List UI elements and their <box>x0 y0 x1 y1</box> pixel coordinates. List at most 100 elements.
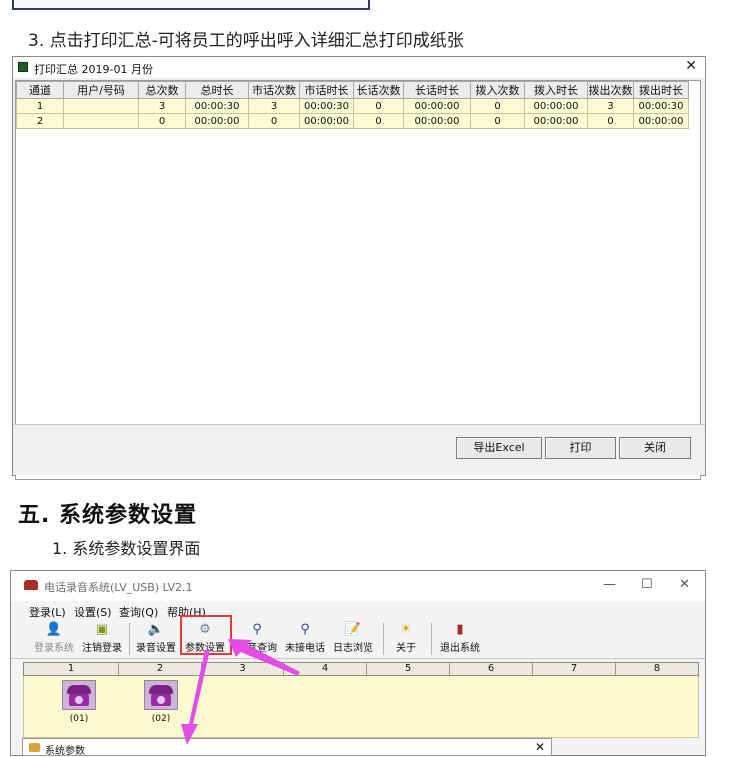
channel-header-cell: 3 <box>202 663 284 675</box>
column-header[interactable]: 总次数 <box>138 81 186 99</box>
about-button[interactable]: ☀ 关于 <box>389 621 423 657</box>
close-icon[interactable]: ✕ <box>679 577 690 592</box>
exit-system-button[interactable]: ▮ 退出系统 <box>435 621 485 657</box>
column-header[interactable]: 拨出时长 <box>633 81 689 99</box>
channel-header: 1 2 3 4 5 6 7 8 <box>23 662 699 676</box>
column-header[interactable]: 用户/号码 <box>63 81 139 99</box>
telephone-icon[interactable] <box>62 680 96 710</box>
channel-header-cell: 4 <box>284 663 367 675</box>
log-icon: 📝 <box>344 622 362 637</box>
telephone-icon <box>24 580 38 590</box>
exit-icon: ▮ <box>456 622 464 637</box>
toolbar-separator <box>383 623 384 655</box>
export-excel-button[interactable]: 导出Excel <box>456 437 542 459</box>
column-header[interactable]: 通道 <box>16 81 64 99</box>
logout-button[interactable]: ▣ 注销登录 <box>79 621 125 657</box>
recording-settings-button[interactable]: 🔈 录音设置 <box>133 621 179 657</box>
table-cell: 0 <box>470 98 525 114</box>
summary-grid[interactable]: 通道 用户/号码 总次数 总时长 市话次数 市话时长 长话次数 长话时长 拨入次… <box>15 80 701 480</box>
telephone-icon[interactable] <box>144 680 178 710</box>
table-cell: 00:00:00 <box>524 113 588 129</box>
table-cell: 00:00:00 <box>403 98 471 114</box>
column-header[interactable]: 市话次数 <box>248 81 300 99</box>
close-button[interactable]: 关闭 <box>619 437 691 459</box>
table-cell: 00:00:30 <box>633 98 689 114</box>
toolbar-label: 注销登录 <box>82 643 122 654</box>
table-header-row: 通道 用户/号码 总次数 总时长 市话次数 市话时长 长话次数 长话时长 拨入次… <box>16 81 689 99</box>
minimize-icon[interactable]: — <box>603 577 616 592</box>
menu-settings[interactable]: 设置(S) <box>74 604 112 620</box>
table-cell: 0 <box>470 113 525 129</box>
table-cell <box>63 98 139 114</box>
column-header[interactable]: 长话时长 <box>403 81 471 99</box>
column-header[interactable]: 拨出次数 <box>587 81 634 99</box>
previous-screenshot-edge <box>12 0 370 10</box>
table-cell: 3 <box>138 98 186 114</box>
menu-login[interactable]: 登录(L) <box>29 604 66 620</box>
channel-label: (01) <box>69 714 89 724</box>
channel-header-cell: 5 <box>367 663 450 675</box>
app-icon <box>18 62 28 72</box>
key-icon: ▣ <box>95 622 109 637</box>
table-cell: 00:00:00 <box>524 98 588 114</box>
channel-header-cell: 7 <box>533 663 616 675</box>
table-row[interactable]: 2 0 00:00:00 0 00:00:00 0 00:00:00 0 00:… <box>16 113 689 129</box>
table-cell: 0 <box>248 113 300 129</box>
close-icon[interactable]: ✕ <box>535 740 545 754</box>
menu-bar: 登录(L) 设置(S) 查询(Q) 帮助(H) <box>11 601 705 620</box>
table-cell: 0 <box>353 98 404 114</box>
toolbar-label: 登录系统 <box>34 643 74 654</box>
user-icon: 👤 <box>45 622 63 637</box>
section-heading: 五. 系统参数设置 <box>18 503 198 528</box>
dialog-title: 打印汇总 2019-01 月份 <box>34 63 153 76</box>
table-cell: 00:00:00 <box>185 113 249 129</box>
channel-label: (02) <box>151 714 171 724</box>
channel-header-cell: 8 <box>653 663 661 674</box>
recording-query-button[interactable]: ⚲ 录音查询 <box>234 621 280 657</box>
table-cell: 2 <box>16 113 64 129</box>
app-titlebar: 电话录音系统(LV_USB) LV2.1 — ☐ ✕ <box>11 571 705 601</box>
toolbar-separator <box>129 623 130 655</box>
column-header[interactable]: 拨入次数 <box>470 81 525 99</box>
table-cell: 3 <box>248 98 300 114</box>
table-cell: 0 <box>138 113 186 129</box>
column-header[interactable]: 长话次数 <box>353 81 404 99</box>
toolbar-label: 退出系统 <box>440 643 480 654</box>
column-header[interactable]: 市话时长 <box>299 81 354 99</box>
print-button[interactable]: 打印 <box>545 437 616 459</box>
phone-recording-app-window: 电话录音系统(LV_USB) LV2.1 — ☐ ✕ 登录(L) 设置(S) 查… <box>10 570 706 756</box>
table-cell: 0 <box>353 113 404 129</box>
column-header[interactable]: 总时长 <box>185 81 249 99</box>
subheading: 1. 系统参数设置界面 <box>52 539 201 558</box>
bulb-icon: ☀ <box>400 622 412 637</box>
channel-header-cell: 6 <box>450 663 533 675</box>
log-browse-button[interactable]: 📝 日志浏览 <box>330 621 376 657</box>
missed-calls-button[interactable]: ⚲ 未接电话 <box>282 621 328 657</box>
table-cell: 0 <box>587 113 634 129</box>
table-row[interactable]: 1 3 00:00:30 3 00:00:30 0 00:00:00 0 00:… <box>16 98 689 114</box>
close-icon[interactable]: ✕ <box>685 58 697 74</box>
table-cell: 00:00:30 <box>299 98 354 114</box>
search-icon: ⚲ <box>252 622 262 637</box>
toolbar-label: 录音设置 <box>136 643 176 654</box>
summary-table: 通道 用户/号码 总次数 总时长 市话次数 市话时长 长话次数 长话时长 拨入次… <box>16 81 689 129</box>
step3-caption: 3. 点击打印汇总-可将员工的呼出呼入详细汇总打印成纸张 <box>28 31 464 51</box>
login-system-button[interactable]: 👤 登录系统 <box>31 621 77 657</box>
search-icon: ⚲ <box>300 622 310 637</box>
toolbar-label: 日志浏览 <box>333 643 373 654</box>
toolbar-label: 未接电话 <box>285 643 325 654</box>
settings-icon <box>29 743 40 752</box>
dialog-titlebar: 打印汇总 2019-01 月份 ✕ <box>13 57 705 78</box>
toolbar-separator <box>431 623 432 655</box>
params-dialog-title: 系统参数 <box>45 746 85 757</box>
maximize-icon[interactable]: ☐ <box>641 577 653 592</box>
menu-query[interactable]: 查询(Q) <box>119 604 158 620</box>
table-cell <box>63 113 139 129</box>
channel-header-cell: 1 <box>24 663 119 675</box>
highlight-box <box>180 615 232 655</box>
channel-header-cell: 2 <box>119 663 202 675</box>
print-summary-dialog: 打印汇总 2019-01 月份 ✕ 通道 用户/号码 总次数 总时长 市话次数 … <box>12 56 706 480</box>
toolbar-label: 录音查询 <box>237 643 277 654</box>
column-header[interactable]: 拨入时长 <box>524 81 588 99</box>
speaker-icon: 🔈 <box>147 622 165 637</box>
